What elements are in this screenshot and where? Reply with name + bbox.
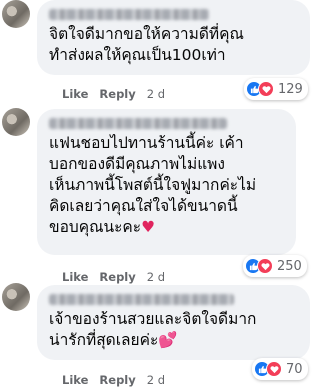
reply-button[interactable]: Reply: [99, 87, 135, 101]
reply-button[interactable]: Reply: [99, 373, 135, 387]
reply-button[interactable]: Reply: [99, 270, 135, 284]
comment-bubble: เจ้าของร้านสวยและจิตใจดีมาก น่ารักที่สุด…: [37, 285, 310, 360]
reaction-count: 70: [286, 361, 303, 377]
comment-actions: Like Reply 2 d: [62, 373, 165, 387]
reaction-summary[interactable]: 250: [243, 255, 307, 277]
heart-emoji: ♥: [141, 218, 156, 236]
comment-actions: Like Reply 2 d: [62, 87, 165, 101]
hearts-emoji: 💕: [158, 331, 178, 349]
avatar[interactable]: [2, 283, 30, 311]
love-icon: [258, 81, 274, 97]
love-icon: [257, 258, 273, 274]
avatar[interactable]: [2, 108, 30, 136]
comment-text: จิตใจดีมากขอให้ความดีที่คุณ ทำส่งผลให้คุ…: [49, 25, 244, 64]
reaction-count: 250: [277, 258, 302, 274]
comment-text: เจ้าของร้านสวยและจิตใจดีมาก น่ารักที่สุด…: [49, 309, 298, 351]
comment-bubble: จิตใจดีมากขอให้ความดีที่คุณ ทำส่งผลให้คุ…: [37, 0, 310, 75]
comment-time[interactable]: 2 d: [147, 270, 165, 284]
avatar[interactable]: [2, 0, 30, 28]
love-icon: [266, 361, 282, 377]
comment-bubble: แฟนชอบไปทานร้านนี้ค่ะ เค้า บอกของดีมีคุณ…: [37, 109, 296, 255]
comment-actions: Like Reply 2 d: [62, 270, 165, 284]
commenter-name-blurred[interactable]: [49, 9, 209, 20]
like-button[interactable]: Like: [62, 373, 88, 387]
comment-text: แฟนชอบไปทานร้านนี้ค่ะ เค้า บอกของดีมีคุณ…: [49, 133, 284, 238]
reaction-summary[interactable]: 70: [252, 358, 308, 380]
comment-time[interactable]: 2 d: [147, 373, 165, 387]
commenter-name-blurred[interactable]: [49, 294, 234, 305]
comment-time[interactable]: 2 d: [147, 87, 165, 101]
like-button[interactable]: Like: [62, 87, 88, 101]
like-button[interactable]: Like: [62, 270, 88, 284]
comment-body: เจ้าของร้านสวยและจิตใจดีมาก น่ารักที่สุด…: [49, 310, 257, 349]
reaction-summary[interactable]: 129: [244, 78, 308, 100]
commenter-name-blurred[interactable]: [49, 118, 227, 129]
reaction-count: 129: [278, 81, 303, 97]
